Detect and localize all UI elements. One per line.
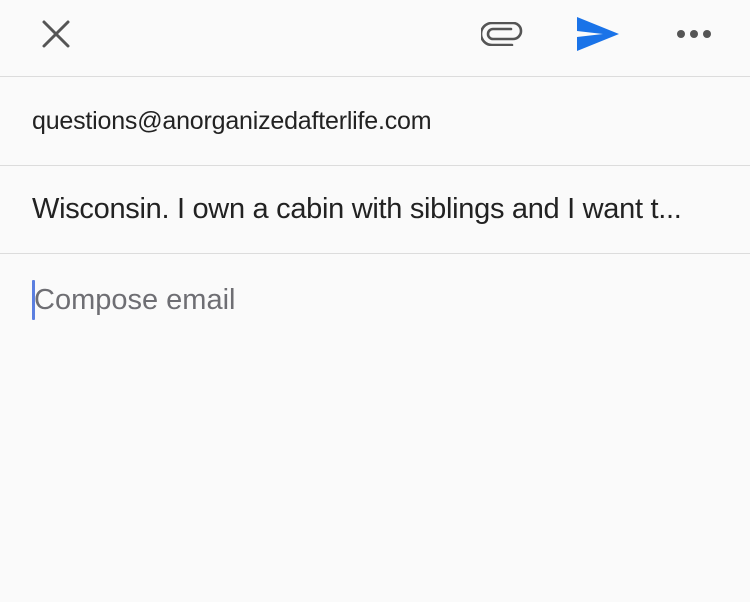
attach-button[interactable]: [476, 8, 528, 60]
send-icon: [577, 17, 619, 51]
compose-body-input[interactable]: [34, 280, 694, 320]
to-field[interactable]: questions@anorganizedafterlife.com: [0, 77, 750, 166]
close-button[interactable]: [30, 8, 82, 60]
compose-toolbar: [0, 0, 750, 77]
compose-screen: questions@anorganizedafterlife.com Wisco…: [0, 0, 750, 602]
to-recipient[interactable]: questions@anorganizedafterlife.com: [32, 107, 432, 136]
more-horizontal-icon: [677, 30, 711, 38]
close-icon: [42, 20, 70, 48]
paperclip-icon: [481, 22, 523, 46]
send-button[interactable]: [570, 8, 626, 60]
compose-body-area[interactable]: [0, 254, 750, 602]
more-options-button[interactable]: [668, 8, 720, 60]
compose-input-wrap[interactable]: [32, 280, 750, 320]
subject-field[interactable]: Wisconsin. I own a cabin with siblings a…: [0, 166, 750, 254]
subject-text[interactable]: Wisconsin. I own a cabin with siblings a…: [32, 193, 682, 226]
